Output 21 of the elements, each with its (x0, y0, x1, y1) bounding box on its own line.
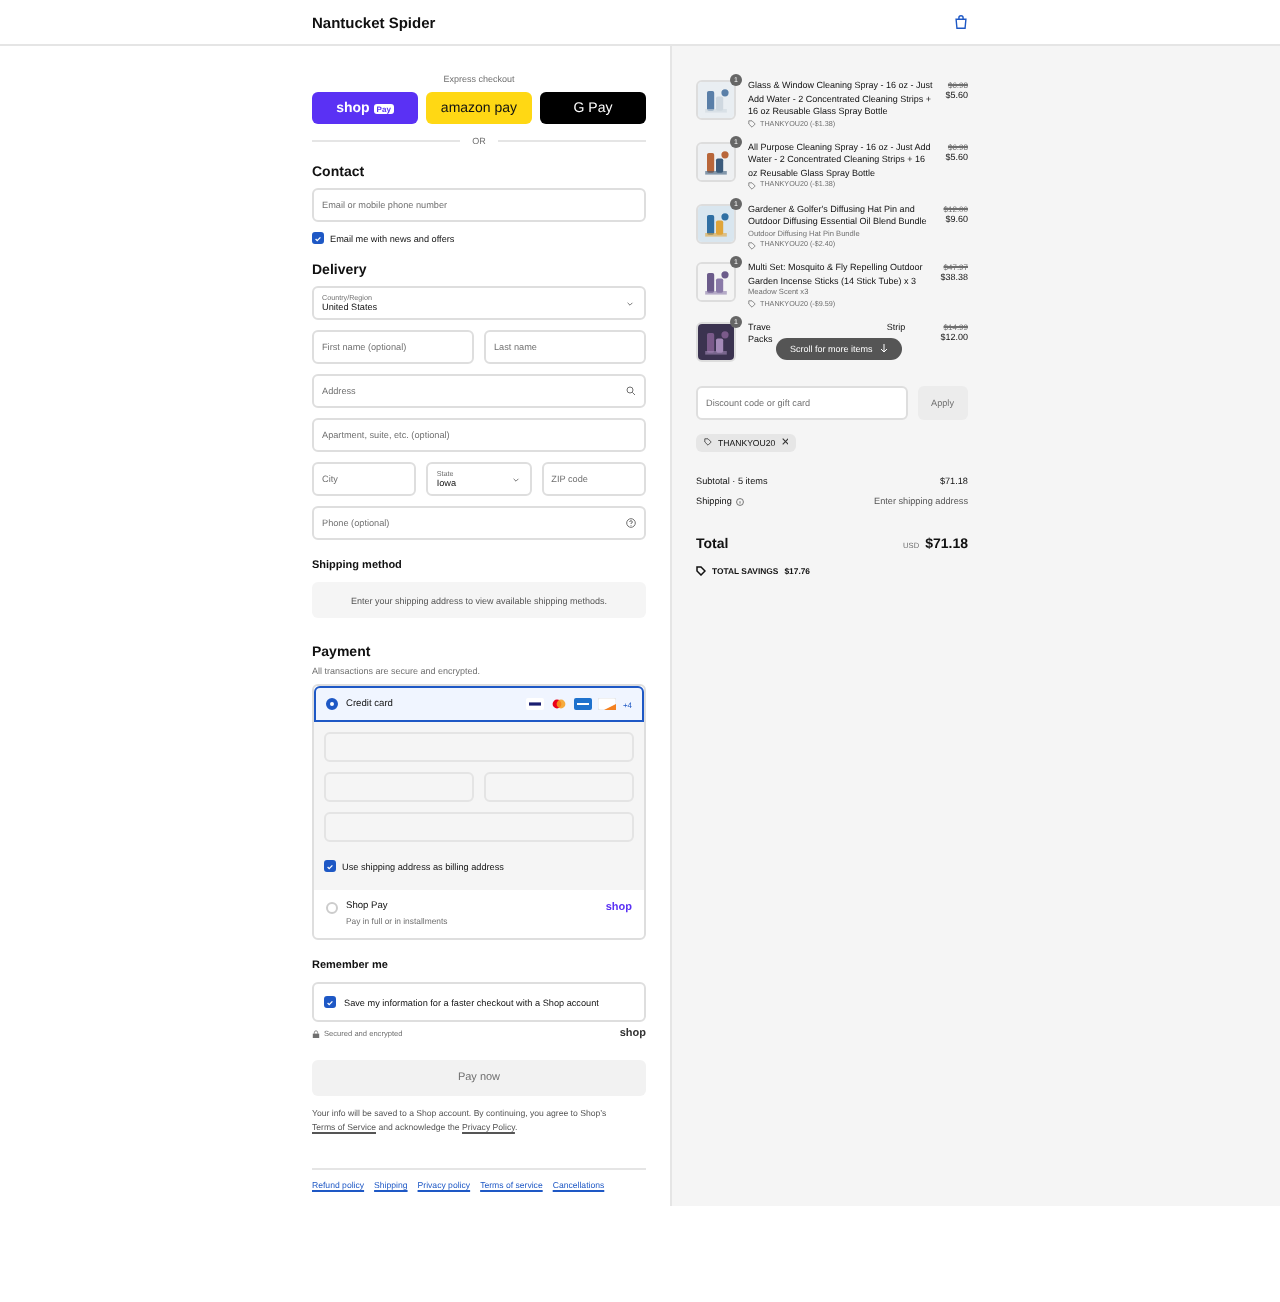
checkbox[interactable] (324, 860, 336, 872)
card-brand-icon (598, 698, 617, 710)
arrow-down-icon (880, 344, 889, 354)
lock-icon (312, 1030, 320, 1038)
tag-icon (748, 181, 756, 190)
shopping-bag-icon[interactable] (954, 14, 968, 30)
card-brand-icon (574, 698, 593, 710)
chevron-icon (626, 300, 634, 308)
tag-icon (748, 120, 756, 129)
help-icon (735, 497, 744, 505)
tag-icon (696, 566, 706, 576)
checkbox[interactable] (312, 232, 324, 244)
tag-icon (748, 300, 756, 309)
chevron-icon (511, 476, 520, 484)
search-icon (626, 386, 636, 396)
tag-icon (704, 438, 712, 446)
help-icon (626, 518, 636, 528)
checkbox[interactable] (324, 996, 336, 1008)
close-icon[interactable] (781, 438, 789, 446)
radio-button[interactable] (326, 698, 338, 710)
tag-icon (748, 241, 756, 250)
